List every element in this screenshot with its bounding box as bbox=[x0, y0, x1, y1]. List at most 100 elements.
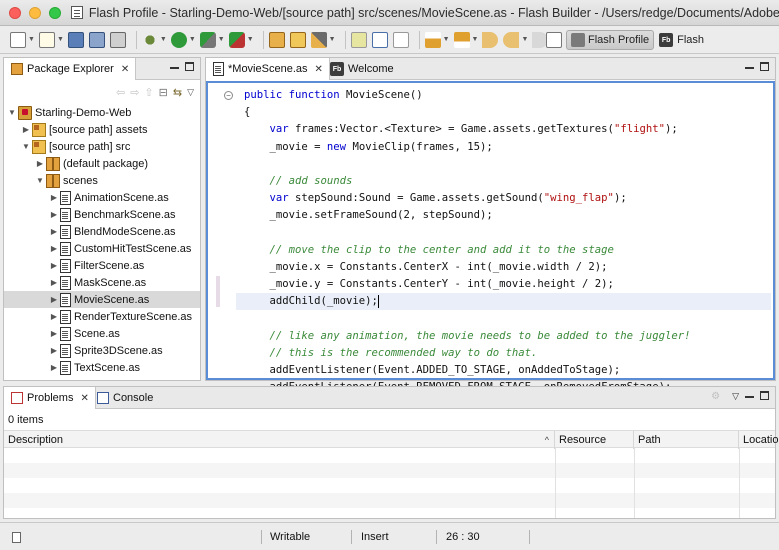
new-icon[interactable] bbox=[10, 31, 26, 48]
back-icon[interactable]: ⇦ bbox=[116, 86, 125, 99]
window-title: Flash Profile - Starling-Demo-Web/[sourc… bbox=[88, 5, 779, 20]
close-icon[interactable]: ✕ bbox=[80, 393, 88, 404]
previous-annotation-dropdown-icon[interactable]: ▼ bbox=[472, 36, 479, 43]
perspective-flash[interactable]: Fb Flash bbox=[654, 30, 709, 50]
new-item-icon[interactable] bbox=[12, 523, 21, 550]
print-icon[interactable] bbox=[109, 31, 126, 48]
run-icon[interactable] bbox=[170, 31, 187, 48]
expand-arrow-icon[interactable]: ▶ bbox=[49, 261, 59, 270]
open-folder-icon[interactable] bbox=[289, 31, 306, 48]
up-icon[interactable]: ⇧ bbox=[144, 86, 153, 99]
tree-item[interactable]: ▶ RenderTextureScene.as bbox=[4, 308, 200, 325]
expand-arrow-icon[interactable]: ▶ bbox=[49, 210, 59, 219]
expand-arrow-icon[interactable]: ▶ bbox=[49, 329, 59, 338]
tree-item[interactable]: ▶ [source path] assets bbox=[4, 121, 200, 138]
perspective-flash-profile[interactable]: Flash Profile bbox=[566, 30, 655, 50]
filter-icon[interactable]: ⚙ bbox=[711, 391, 720, 402]
toggle-mark-occurrences-icon[interactable] bbox=[350, 31, 367, 48]
tree-item[interactable]: ▶ MaskScene.as bbox=[4, 274, 200, 291]
collapse-arrow-icon[interactable]: ▼ bbox=[21, 142, 31, 151]
column-divider bbox=[739, 448, 740, 518]
tree-item[interactable]: ▶ (default package) bbox=[4, 155, 200, 172]
minimize-icon[interactable] bbox=[745, 396, 754, 398]
back-dropdown-icon[interactable]: ▼ bbox=[521, 36, 528, 43]
save-all-icon[interactable] bbox=[88, 31, 105, 48]
search-dropdown-icon[interactable]: ▼ bbox=[329, 36, 336, 43]
expand-arrow-icon[interactable]: ▶ bbox=[49, 312, 59, 321]
tree-item[interactable]: ▶ BlendModeScene.as bbox=[4, 223, 200, 240]
maximize-icon[interactable] bbox=[760, 391, 769, 400]
fold-toggle-icon[interactable]: − bbox=[224, 91, 233, 100]
tab-moviescene[interactable]: *MovieScene.as ✕ bbox=[206, 58, 330, 80]
column-resource[interactable]: Resource bbox=[555, 431, 634, 449]
tree-item[interactable]: ▼ scenes bbox=[4, 172, 200, 189]
new-project-dropdown-icon[interactable]: ▼ bbox=[57, 36, 64, 43]
collapse-all-icon[interactable]: ⊟ bbox=[159, 86, 168, 99]
expand-arrow-icon[interactable]: ▶ bbox=[49, 193, 59, 202]
next-annotation-icon[interactable] bbox=[424, 31, 441, 48]
tree-item[interactable]: ▶ TextScene.as bbox=[4, 359, 200, 376]
toggle-block-selection-icon[interactable] bbox=[371, 31, 388, 48]
expand-arrow-icon[interactable]: ▶ bbox=[49, 227, 59, 236]
column-path[interactable]: Path bbox=[634, 431, 739, 449]
tab-package-explorer[interactable]: Package Explorer ✕ bbox=[4, 58, 137, 80]
external-tools-icon[interactable] bbox=[228, 31, 245, 48]
show-whitespace-icon[interactable] bbox=[392, 31, 409, 48]
expand-arrow-icon[interactable]: ▶ bbox=[21, 125, 31, 134]
zoom-window-button[interactable] bbox=[49, 6, 61, 19]
tree-item[interactable]: ▶ MovieScene.as bbox=[4, 291, 200, 308]
profile-dropdown-icon[interactable]: ▼ bbox=[218, 36, 225, 43]
profile-icon[interactable] bbox=[199, 31, 216, 48]
as-file-icon bbox=[60, 275, 71, 290]
back-icon[interactable] bbox=[503, 31, 520, 48]
maximize-icon[interactable] bbox=[760, 62, 769, 71]
debug-icon[interactable] bbox=[141, 31, 158, 48]
minimize-icon[interactable] bbox=[745, 67, 754, 69]
search-icon[interactable] bbox=[310, 31, 327, 48]
expand-arrow-icon[interactable]: ▶ bbox=[49, 244, 59, 253]
new-project-icon[interactable] bbox=[38, 31, 55, 48]
expand-arrow-icon[interactable]: ▶ bbox=[49, 295, 59, 304]
collapse-arrow-icon[interactable]: ▼ bbox=[7, 108, 17, 117]
view-menu-icon[interactable]: ▽ bbox=[732, 391, 739, 402]
save-icon[interactable] bbox=[67, 31, 84, 48]
minimize-icon[interactable] bbox=[170, 67, 179, 69]
tree-item[interactable]: ▶ AnimationScene.as bbox=[4, 189, 200, 206]
tab-problems[interactable]: Problems ✕ bbox=[4, 387, 96, 409]
maximize-icon[interactable] bbox=[185, 62, 194, 71]
close-icon[interactable]: ✕ bbox=[315, 64, 323, 75]
tab-console[interactable]: Console bbox=[90, 387, 159, 409]
expand-arrow-icon[interactable]: ▶ bbox=[49, 363, 59, 372]
tree-item[interactable]: ▶ BenchmarkScene.as bbox=[4, 206, 200, 223]
open-perspective-icon[interactable] bbox=[546, 32, 562, 48]
close-window-button[interactable] bbox=[9, 6, 21, 19]
code-editor[interactable]: public function MovieScene(){ var frames… bbox=[206, 81, 775, 411]
minimize-window-button[interactable] bbox=[29, 6, 41, 19]
tree-item[interactable]: ▼ [source path] src bbox=[4, 138, 200, 155]
debug-dropdown-icon[interactable]: ▼ bbox=[160, 36, 167, 43]
tree-item[interactable]: ▶ FilterScene.as bbox=[4, 257, 200, 274]
tree-item[interactable]: ▶ Sprite3DScene.as bbox=[4, 342, 200, 359]
collapse-arrow-icon[interactable]: ▼ bbox=[35, 176, 45, 185]
run-dropdown-icon[interactable]: ▼ bbox=[189, 36, 196, 43]
column-location[interactable]: Locatio bbox=[739, 431, 779, 449]
expand-arrow-icon[interactable]: ▶ bbox=[35, 159, 45, 168]
tree-item-label: Scene.as bbox=[74, 327, 120, 340]
open-type-icon[interactable] bbox=[268, 31, 285, 48]
expand-arrow-icon[interactable]: ▶ bbox=[49, 278, 59, 287]
new-dropdown-icon[interactable]: ▼ bbox=[28, 36, 35, 43]
external-tools-dropdown-icon[interactable]: ▼ bbox=[247, 36, 254, 43]
column-description[interactable]: Description ^ bbox=[4, 431, 555, 449]
tree-item[interactable]: ▶ Scene.as bbox=[4, 325, 200, 342]
expand-arrow-icon[interactable]: ▶ bbox=[49, 346, 59, 355]
last-edit-location-icon[interactable] bbox=[482, 31, 499, 48]
view-menu-icon[interactable]: ▽ bbox=[187, 87, 194, 98]
link-with-editor-icon[interactable]: ⇆ bbox=[173, 86, 182, 99]
close-icon[interactable]: ✕ bbox=[121, 64, 129, 75]
tree-item[interactable]: ▶ CustomHitTestScene.as bbox=[4, 240, 200, 257]
next-annotation-dropdown-icon[interactable]: ▼ bbox=[443, 36, 450, 43]
previous-annotation-icon[interactable] bbox=[453, 31, 470, 48]
forward-icon[interactable]: ⇨ bbox=[130, 86, 139, 99]
tab-welcome[interactable]: Fb Welcome bbox=[324, 58, 400, 80]
tree-item[interactable]: ▼ Starling-Demo-Web bbox=[4, 104, 200, 121]
